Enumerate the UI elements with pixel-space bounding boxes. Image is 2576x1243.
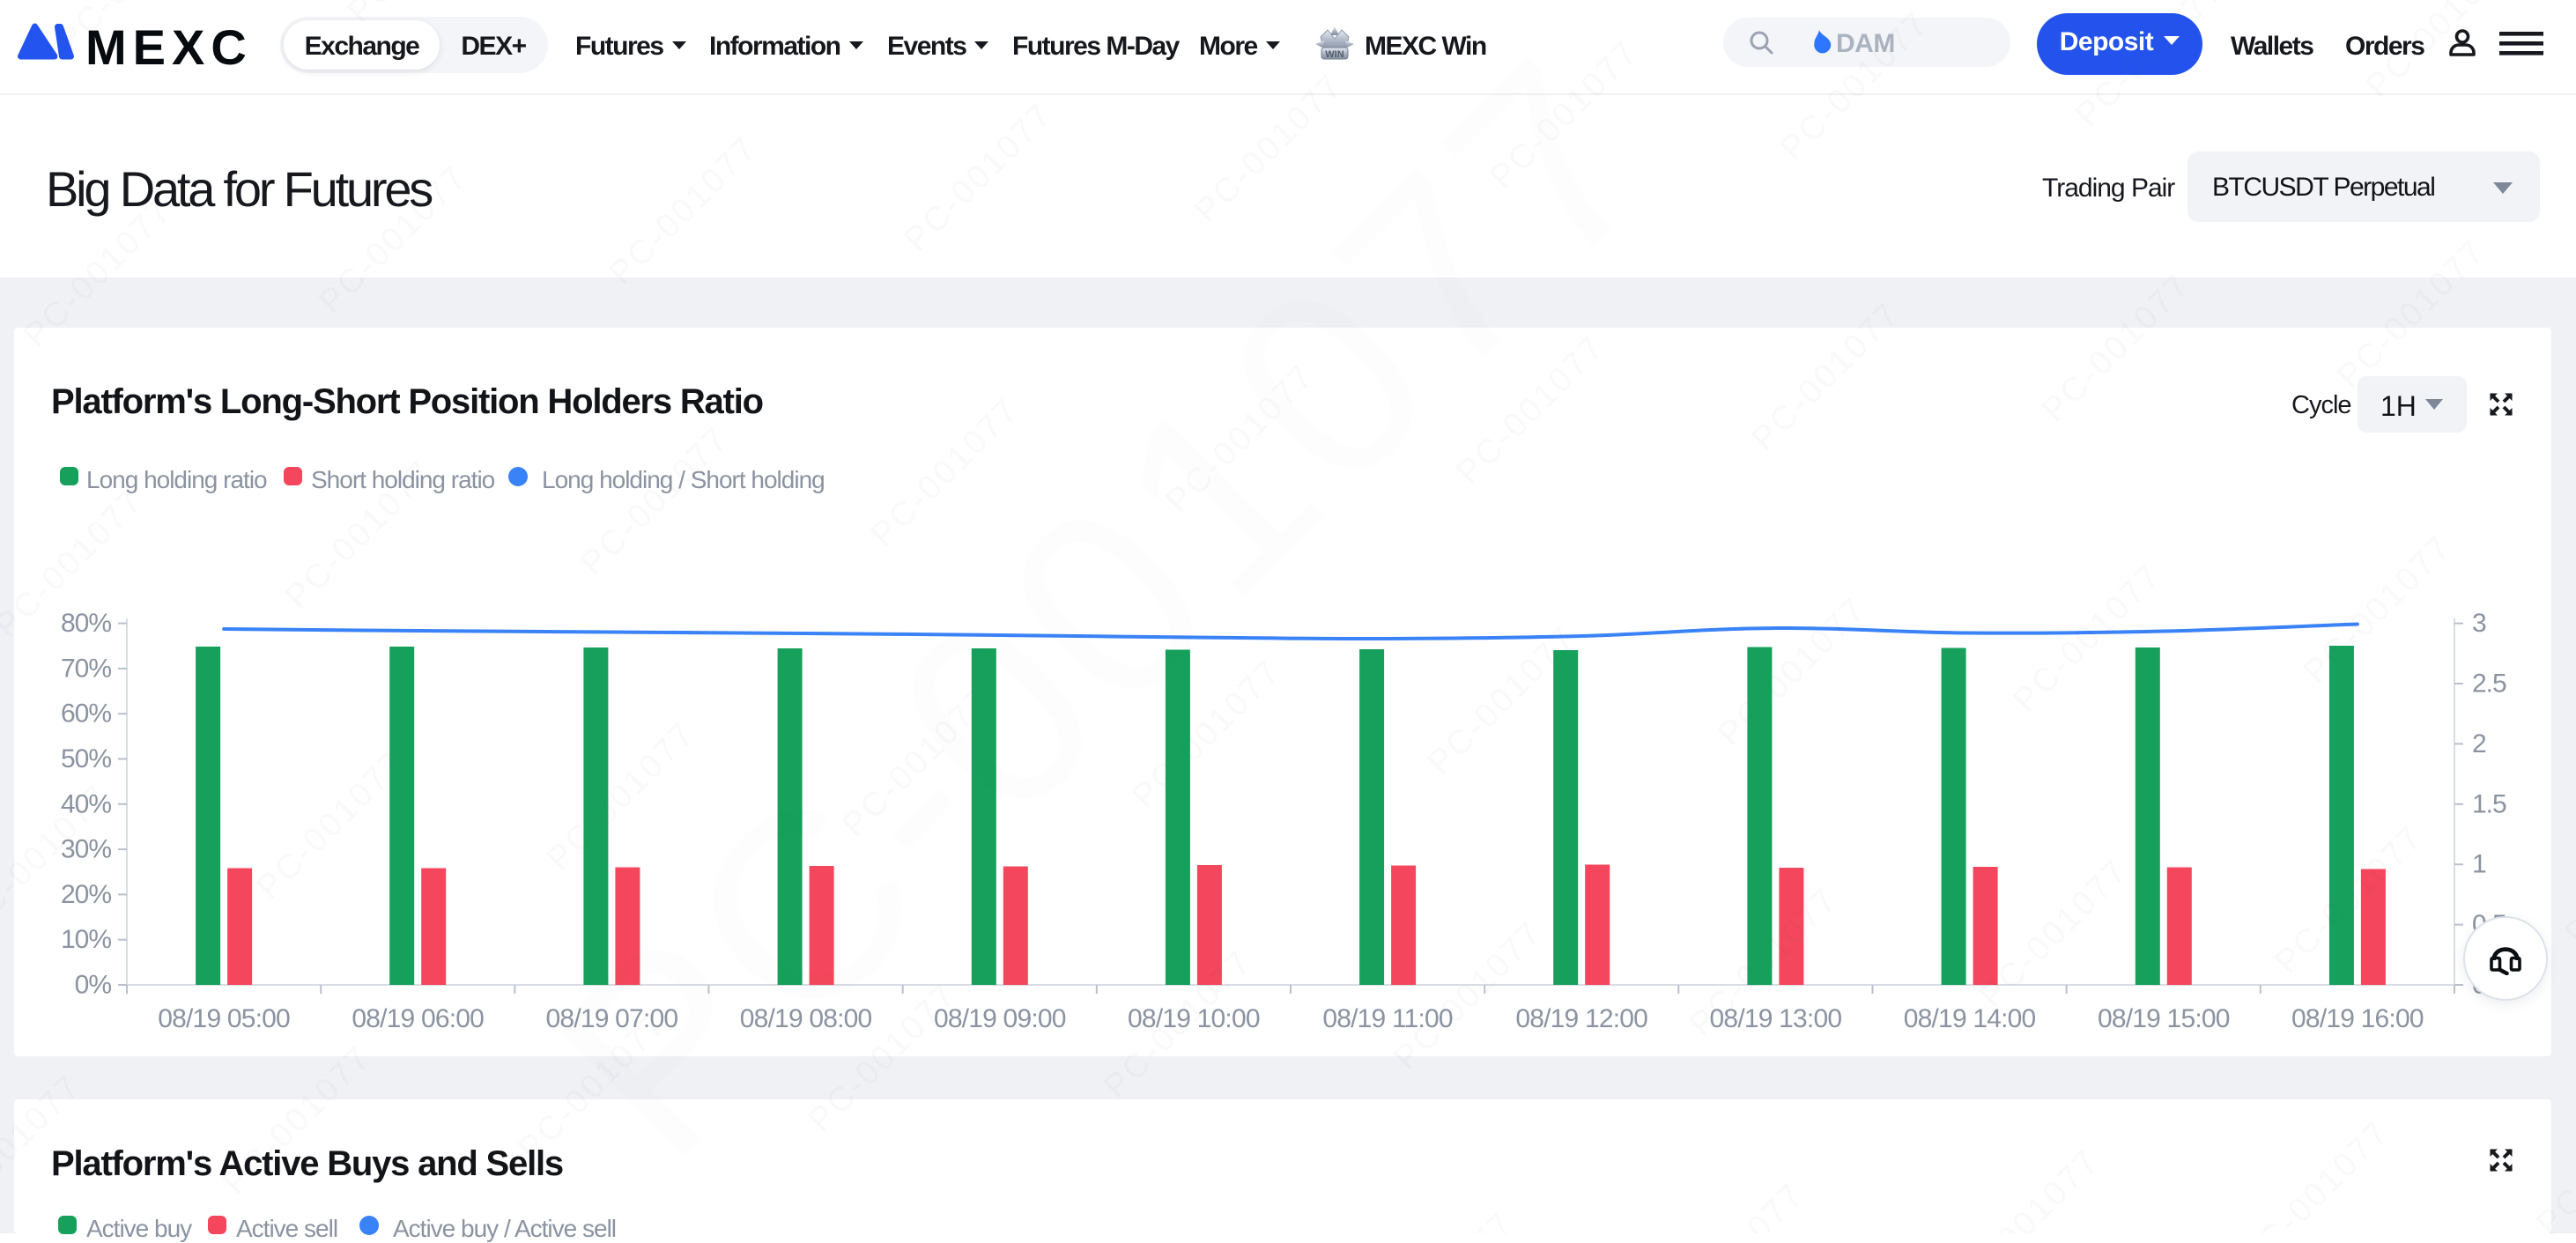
svg-text:08/19 06:00: 08/19 06:00 xyxy=(352,1004,484,1033)
svg-text:20%: 20% xyxy=(61,880,111,909)
svg-text:1.5: 1.5 xyxy=(2472,789,2506,818)
svg-text:60%: 60% xyxy=(61,699,111,729)
svg-text:2: 2 xyxy=(2472,729,2486,758)
svg-text:30%: 30% xyxy=(61,835,111,864)
svg-text:08/19 09:00: 08/19 09:00 xyxy=(934,1004,1066,1033)
svg-text:08/19 14:00: 08/19 14:00 xyxy=(1904,1004,2036,1033)
svg-text:70%: 70% xyxy=(61,654,111,683)
svg-text:08/19 05:00: 08/19 05:00 xyxy=(158,1004,290,1033)
svg-text:08/19 08:00: 08/19 08:00 xyxy=(740,1004,872,1033)
svg-text:08/19 16:00: 08/19 16:00 xyxy=(2291,1004,2424,1033)
svg-text:0%: 0% xyxy=(75,971,112,1000)
svg-text:08/19 10:00: 08/19 10:00 xyxy=(1128,1004,1260,1033)
svg-text:3: 3 xyxy=(2472,609,2486,638)
svg-text:10%: 10% xyxy=(61,925,111,954)
svg-text:08/19 07:00: 08/19 07:00 xyxy=(546,1004,678,1033)
svg-text:08/19 15:00: 08/19 15:00 xyxy=(2098,1004,2230,1033)
svg-text:2.5: 2.5 xyxy=(2472,670,2506,699)
svg-text:08/19 13:00: 08/19 13:00 xyxy=(1710,1004,1842,1033)
svg-text:08/19 12:00: 08/19 12:00 xyxy=(1515,1004,1647,1033)
svg-text:08/19 11:00: 08/19 11:00 xyxy=(1322,1004,1453,1033)
svg-text:50%: 50% xyxy=(61,744,111,773)
svg-text:40%: 40% xyxy=(61,789,111,818)
svg-text:80%: 80% xyxy=(61,609,111,638)
svg-text:1: 1 xyxy=(2472,850,2486,879)
svg-text:WIN: WIN xyxy=(1325,49,1344,60)
